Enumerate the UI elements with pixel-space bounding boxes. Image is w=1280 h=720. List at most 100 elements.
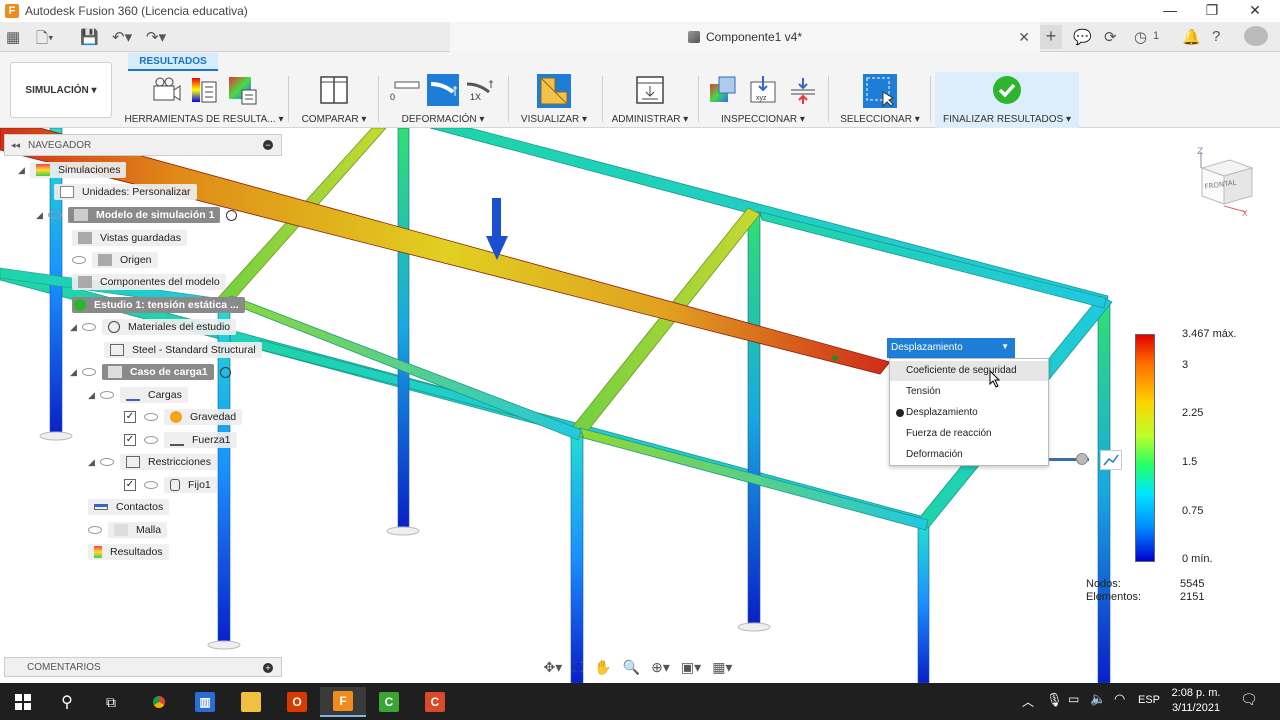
visibility-eye-icon[interactable] bbox=[144, 413, 158, 421]
seleccionar-group[interactable]: SELECCIONAR ▾ bbox=[834, 72, 926, 128]
comments-chat-icon[interactable]: 💬 bbox=[1073, 28, 1092, 46]
close-window-button[interactable]: ✕ bbox=[1235, 2, 1275, 19]
orbit-icon[interactable]: ✥▾ bbox=[544, 659, 563, 676]
user-avatar[interactable] bbox=[1244, 26, 1268, 46]
checkbox[interactable]: ✓ bbox=[124, 434, 136, 446]
visualizar-group[interactable]: VISUALIZAR ▾ bbox=[512, 72, 596, 128]
tree-row-estudio[interactable]: Estudio 1: tensión estática ... bbox=[72, 296, 245, 314]
tree-row-caso-carga[interactable]: ◢ Caso de carga1 bbox=[70, 363, 231, 381]
comments-panel-header[interactable]: COMENTARIOS + bbox=[4, 657, 282, 677]
camtasia-red-taskbar-button[interactable]: C bbox=[412, 687, 458, 717]
deformacion-group[interactable]: 0 1X DEFORMACIÓN ▾ bbox=[384, 72, 502, 128]
visibility-eye-icon[interactable] bbox=[144, 436, 158, 444]
visibility-eye-icon[interactable] bbox=[82, 323, 96, 331]
explorer-taskbar-button[interactable] bbox=[228, 687, 274, 717]
tree-row-fijo[interactable]: ✓ Fijo1 bbox=[124, 476, 217, 494]
pan-hand-icon[interactable]: ✋ bbox=[594, 659, 611, 676]
compare-split-icon[interactable] bbox=[318, 74, 350, 106]
tab-resultados[interactable]: RESULTADOS bbox=[128, 53, 218, 71]
tree-row-vistas[interactable]: Vistas guardadas bbox=[72, 229, 187, 247]
visualize-icon[interactable] bbox=[537, 74, 571, 108]
document-tab[interactable]: Componente1 v4* ✕ bbox=[450, 22, 1040, 52]
activate-radio-icon[interactable] bbox=[226, 209, 238, 221]
wifi-icon[interactable]: ◠ bbox=[1114, 691, 1125, 707]
close-tab-icon[interactable]: ✕ bbox=[1018, 29, 1030, 46]
expand-triangle-icon[interactable]: ◢ bbox=[36, 210, 48, 221]
help-icon[interactable]: ? bbox=[1212, 28, 1220, 45]
menu-item-coeficiente[interactable]: Coeficiente de seguridad bbox=[890, 361, 1048, 381]
reaction-force-icon[interactable] bbox=[787, 74, 819, 106]
minimize-button[interactable]: — bbox=[1150, 2, 1190, 18]
menu-item-deformacion[interactable]: Deformación bbox=[890, 445, 1048, 465]
expand-triangle-icon[interactable]: ◢ bbox=[70, 367, 82, 378]
zoom-icon[interactable]: 🔍 bbox=[623, 659, 640, 676]
manage-icon[interactable] bbox=[634, 74, 666, 106]
start-button[interactable] bbox=[0, 687, 46, 717]
display-settings-icon[interactable]: ▣▾ bbox=[681, 659, 701, 676]
tray-chevron-up-icon[interactable]: ︿ bbox=[1022, 693, 1034, 710]
tree-row-origen[interactable]: Origen bbox=[72, 251, 158, 269]
visibility-eye-icon[interactable] bbox=[88, 526, 102, 534]
menu-item-fuerza-reaccion[interactable]: Fuerza de reacción bbox=[890, 424, 1048, 444]
tree-row-fuerza[interactable]: ✓ Fuerza1 bbox=[124, 431, 237, 449]
input-language[interactable]: ESP bbox=[1138, 694, 1160, 706]
surface-probes-icon[interactable] bbox=[226, 74, 258, 106]
tree-row-malla[interactable]: Malla bbox=[88, 521, 168, 539]
expand-triangle-icon[interactable]: ◢ bbox=[70, 322, 82, 333]
browser-navigator-header[interactable]: ◂◂ NAVEGADOR − bbox=[4, 134, 282, 156]
system-clock[interactable]: 2:08 p. m. 3/11/2021 bbox=[1164, 686, 1228, 716]
workspace-switcher[interactable]: SIMULACIÓN ▾ bbox=[10, 62, 112, 118]
office-taskbar-button[interactable]: O bbox=[274, 687, 320, 717]
select-window-icon[interactable] bbox=[863, 74, 897, 108]
restore-button[interactable]: ❐ bbox=[1192, 2, 1232, 19]
comparar-group[interactable]: COMPARAR ▾ bbox=[296, 72, 372, 128]
tree-row-modelo[interactable]: ◢ Modelo de simulación 1 bbox=[36, 206, 238, 224]
visibility-eye-icon[interactable] bbox=[100, 458, 114, 466]
grid-settings-icon[interactable]: ▦▾ bbox=[712, 659, 732, 676]
camtasia-green-taskbar-button[interactable]: C bbox=[366, 687, 412, 717]
new-tab-button[interactable]: + bbox=[1040, 25, 1062, 49]
tree-row-steel[interactable]: Steel - Standard Structural bbox=[104, 341, 262, 359]
tree-row-gravedad[interactable]: ✓ Gravedad bbox=[124, 408, 243, 426]
task-view-button[interactable]: ⧉ bbox=[88, 687, 134, 717]
search-button[interactable]: ⚲ bbox=[44, 687, 90, 717]
volume-icon[interactable]: 🔈 bbox=[1090, 691, 1106, 707]
animate-camera-icon[interactable] bbox=[150, 74, 182, 106]
viewcube[interactable]: FRONTAL Z X bbox=[1194, 144, 1260, 220]
finish-checkmark-icon[interactable] bbox=[991, 74, 1023, 106]
deformation-adjusted-icon[interactable] bbox=[427, 74, 459, 106]
visibility-eye-icon[interactable] bbox=[72, 256, 86, 264]
activate-radio-icon[interactable] bbox=[219, 366, 231, 378]
tree-row-simulaciones[interactable]: ◢ Simulaciones bbox=[18, 161, 127, 179]
tree-row-restricciones[interactable]: ◢ Restricciones bbox=[88, 453, 218, 471]
administrar-group[interactable]: ADMINISTRAR ▾ bbox=[606, 72, 694, 128]
tree-row-materiales[interactable]: ◢ Materiales del estudio bbox=[70, 318, 237, 336]
chrome-taskbar-button[interactable] bbox=[136, 687, 182, 717]
look-at-icon[interactable]: ⛶ bbox=[573, 659, 583, 676]
measure-xyz-icon[interactable]: xyz bbox=[747, 74, 779, 106]
visibility-eye-icon[interactable] bbox=[48, 211, 62, 219]
tree-row-resultados[interactable]: Resultados bbox=[88, 543, 169, 561]
force-load-arrow-icon[interactable] bbox=[486, 198, 508, 260]
visibility-eye-icon[interactable] bbox=[82, 368, 96, 376]
battery-icon[interactable]: ▭ bbox=[1068, 692, 1079, 706]
tree-row-componentes[interactable]: Componentes del modelo bbox=[72, 273, 226, 291]
menu-item-tension[interactable]: Tensión bbox=[890, 382, 1048, 402]
redo-icon[interactable]: ↷▾ bbox=[146, 28, 166, 46]
tree-row-cargas[interactable]: ◢ Cargas bbox=[88, 386, 188, 404]
add-comment-icon[interactable]: + bbox=[263, 663, 273, 673]
finalizar-resultados-group[interactable]: FINALIZAR RESULTADOS ▾ bbox=[935, 72, 1079, 128]
collapse-chevron-icon[interactable]: ◂◂ bbox=[11, 140, 20, 151]
menu-item-desplazamiento[interactable]: Desplazamiento bbox=[890, 403, 1048, 423]
result-type-select[interactable]: Desplazamiento ▼ bbox=[887, 338, 1015, 358]
visibility-eye-icon[interactable] bbox=[144, 481, 158, 489]
results-overlay-icon[interactable] bbox=[707, 74, 739, 106]
checkbox[interactable]: ✓ bbox=[124, 411, 136, 423]
expand-triangle-icon[interactable]: ◢ bbox=[18, 165, 30, 176]
job-status-icon[interactable]: ◷ bbox=[1134, 28, 1147, 46]
save-icon[interactable]: 💾 bbox=[80, 28, 99, 46]
microphone-icon[interactable]: 🎙 bbox=[1046, 692, 1063, 708]
data-panel-grid-icon[interactable]: ▦ bbox=[6, 28, 20, 46]
checkbox[interactable]: ✓ bbox=[124, 479, 136, 491]
tree-row-contactos[interactable]: Contactos bbox=[88, 498, 170, 516]
